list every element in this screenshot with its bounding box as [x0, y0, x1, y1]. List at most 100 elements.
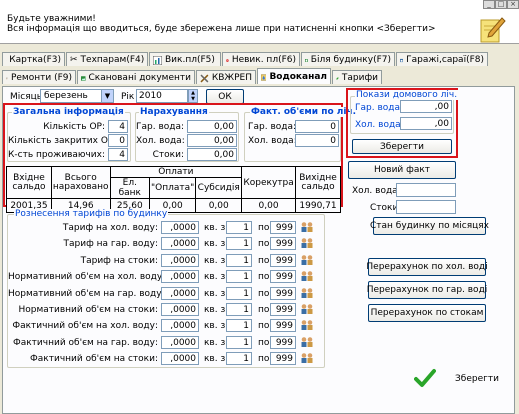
recalc-hot-button[interactable]: Перерахунок по гар. воді — [367, 281, 487, 299]
balance-in-header-2: сальдо — [12, 181, 46, 192]
meter-save-button[interactable]: Зберегти — [352, 139, 452, 154]
tariff-value-input[interactable] — [161, 254, 199, 267]
tariff-apt-to-input[interactable] — [270, 352, 296, 365]
tariff-value-input[interactable] — [161, 336, 199, 349]
tab-techparam[interactable]: ✂ Техпарам(F4) — [66, 52, 148, 66]
tariff-apt-from-input[interactable] — [226, 336, 252, 349]
open-accounts-input[interactable] — [108, 120, 128, 133]
tariff-row-label: Нормативний об'єм на гар. воду: — [8, 289, 165, 299]
people-picker-icon[interactable] — [300, 237, 314, 249]
tariff-apt-to-input[interactable] — [270, 287, 296, 300]
tariff-apt-to-input[interactable] — [270, 303, 296, 316]
actual-cold-input[interactable] — [295, 134, 339, 147]
tab-scanned-docs[interactable]: Скановані документи — [77, 70, 195, 84]
ok-button[interactable]: ОК — [206, 89, 244, 104]
tariff-apt-from-input[interactable] — [226, 254, 252, 267]
tariff-row-label: Фактичний об'єм на гар. воду: — [12, 338, 158, 348]
image-icon — [81, 75, 86, 81]
charges-cold-input[interactable] — [187, 134, 237, 147]
tariff-apt-from-input[interactable] — [226, 287, 252, 300]
tariff-apt-to-input[interactable] — [270, 237, 296, 250]
tab-near-house-label: Біля будинку(F7) — [310, 55, 391, 65]
tariff-apt-from-label: кв. з — [204, 272, 226, 282]
residents-input[interactable] — [108, 148, 128, 161]
tab-vodokanal[interactable]: Водоканал — [257, 68, 331, 84]
tariff-apt-to-input[interactable] — [270, 270, 296, 283]
tariff-value-input[interactable] — [161, 303, 199, 316]
people-picker-icon[interactable] — [300, 336, 314, 348]
tab-garages[interactable]: Гаражі,сараї(F8) — [396, 52, 488, 66]
charges-sewer-input[interactable] — [187, 148, 237, 161]
tariff-apt-to-label: по — [258, 223, 270, 233]
people-picker-icon[interactable] — [300, 221, 314, 233]
tariff-value-input[interactable] — [161, 270, 199, 283]
tariff-value-input[interactable] — [161, 221, 199, 234]
tab-used-area[interactable]: Вик.пл(F5) — [149, 52, 221, 66]
new-fact-cold-label: Хол. вода: — [352, 186, 401, 196]
tariff-apt-from-input[interactable] — [226, 221, 252, 234]
actual-hot-input[interactable] — [295, 120, 339, 133]
minimize-button[interactable]: _ — [483, 0, 495, 9]
tab-used-area-label: Вик.пл(F5) — [165, 55, 215, 65]
tariff-apt-from-input[interactable] — [226, 237, 252, 250]
people-picker-icon[interactable] — [300, 287, 314, 299]
save-label[interactable]: Зберегти — [455, 374, 499, 384]
meter-hot-input[interactable] — [400, 100, 452, 113]
tariff-apt-from-input[interactable] — [226, 352, 252, 365]
leaf-icon — [336, 76, 339, 80]
tariff-value-input[interactable] — [161, 352, 199, 365]
year-label: Рік — [121, 92, 135, 102]
people-picker-icon[interactable] — [300, 303, 314, 315]
tariff-row-label: Фактичний об'єм на стоки: — [30, 354, 158, 364]
tab-unused-area[interactable]: Невик. пл(F6) — [222, 52, 300, 66]
actual-title: Факт. об'єми по ліч. — [250, 107, 358, 117]
down-arrow-icon[interactable]: ▼ — [189, 96, 197, 102]
new-fact-sewer-input[interactable] — [396, 200, 456, 214]
meter-title: Покази домового ліч. — [355, 90, 459, 100]
tariff-value-input[interactable] — [161, 237, 199, 250]
tab-scanned-docs-label: Скановані документи — [88, 73, 192, 83]
water-icon — [261, 73, 267, 81]
tariff-row-label: Тариф на хол. воду: — [62, 223, 158, 233]
tab-tariffs[interactable]: Тарифи — [332, 70, 382, 84]
people-picker-icon[interactable] — [300, 319, 314, 331]
tariff-apt-to-input[interactable] — [270, 319, 296, 332]
tariff-value-input[interactable] — [161, 287, 199, 300]
tab-tariffs-label: Тарифи — [341, 73, 378, 83]
recalc-sewer-button[interactable]: Перерахунок по стокам — [368, 304, 486, 322]
new-fact-cold-input[interactable] — [396, 183, 456, 197]
balance-total-header-2: нараховано — [52, 181, 109, 192]
tariff-apt-from-input[interactable] — [226, 303, 252, 316]
tariff-apt-to-input[interactable] — [270, 254, 296, 267]
general-title: Загальна інформація — [12, 107, 125, 117]
year-spinner[interactable]: ▲ ▼ — [188, 89, 198, 103]
tab-repairs[interactable]: Ремонти (F9) — [2, 70, 76, 84]
year-input[interactable] — [136, 89, 188, 103]
tariff-apt-to-label: по — [258, 321, 270, 331]
recalc-cold-button[interactable]: Перерахунок по хол. воді — [366, 258, 488, 276]
tab-repairs-label: Ремонти (F9) — [10, 73, 72, 83]
tariff-apt-to-input[interactable] — [270, 221, 296, 234]
building-state-button[interactable]: Стан будинку по місяцях — [370, 217, 489, 235]
tab-kvzhrep[interactable]: КВЖРЕП — [196, 70, 256, 84]
maximize-button[interactable]: □ — [495, 0, 507, 9]
people-picker-icon[interactable] — [300, 254, 314, 266]
close-button[interactable]: × — [507, 0, 519, 9]
tariff-apt-from-input[interactable] — [226, 319, 252, 332]
chevron-down-icon[interactable]: ▼ — [101, 90, 113, 102]
new-fact-button[interactable]: Новий факт — [348, 161, 456, 179]
closed-accounts-input[interactable] — [108, 134, 128, 147]
charges-hot-input[interactable] — [187, 120, 237, 133]
tariff-apt-to-input[interactable] — [270, 336, 296, 349]
meter-cold-input[interactable] — [400, 117, 452, 130]
tab-card[interactable]: Картка(F3) — [2, 52, 65, 66]
tab-garages-label: Гаражі,сараї(F8) — [406, 55, 484, 65]
month-select[interactable]: березень ▼ — [40, 89, 114, 103]
people-picker-icon[interactable] — [300, 270, 314, 282]
people-picker-icon[interactable] — [300, 352, 314, 364]
tariff-apt-from-input[interactable] — [226, 270, 252, 283]
tariff-value-input[interactable] — [161, 319, 199, 332]
no-entry-icon — [226, 58, 229, 62]
checkmark-icon[interactable] — [414, 368, 436, 388]
tab-near-house[interactable]: Біля будинку(F7) — [301, 52, 395, 66]
